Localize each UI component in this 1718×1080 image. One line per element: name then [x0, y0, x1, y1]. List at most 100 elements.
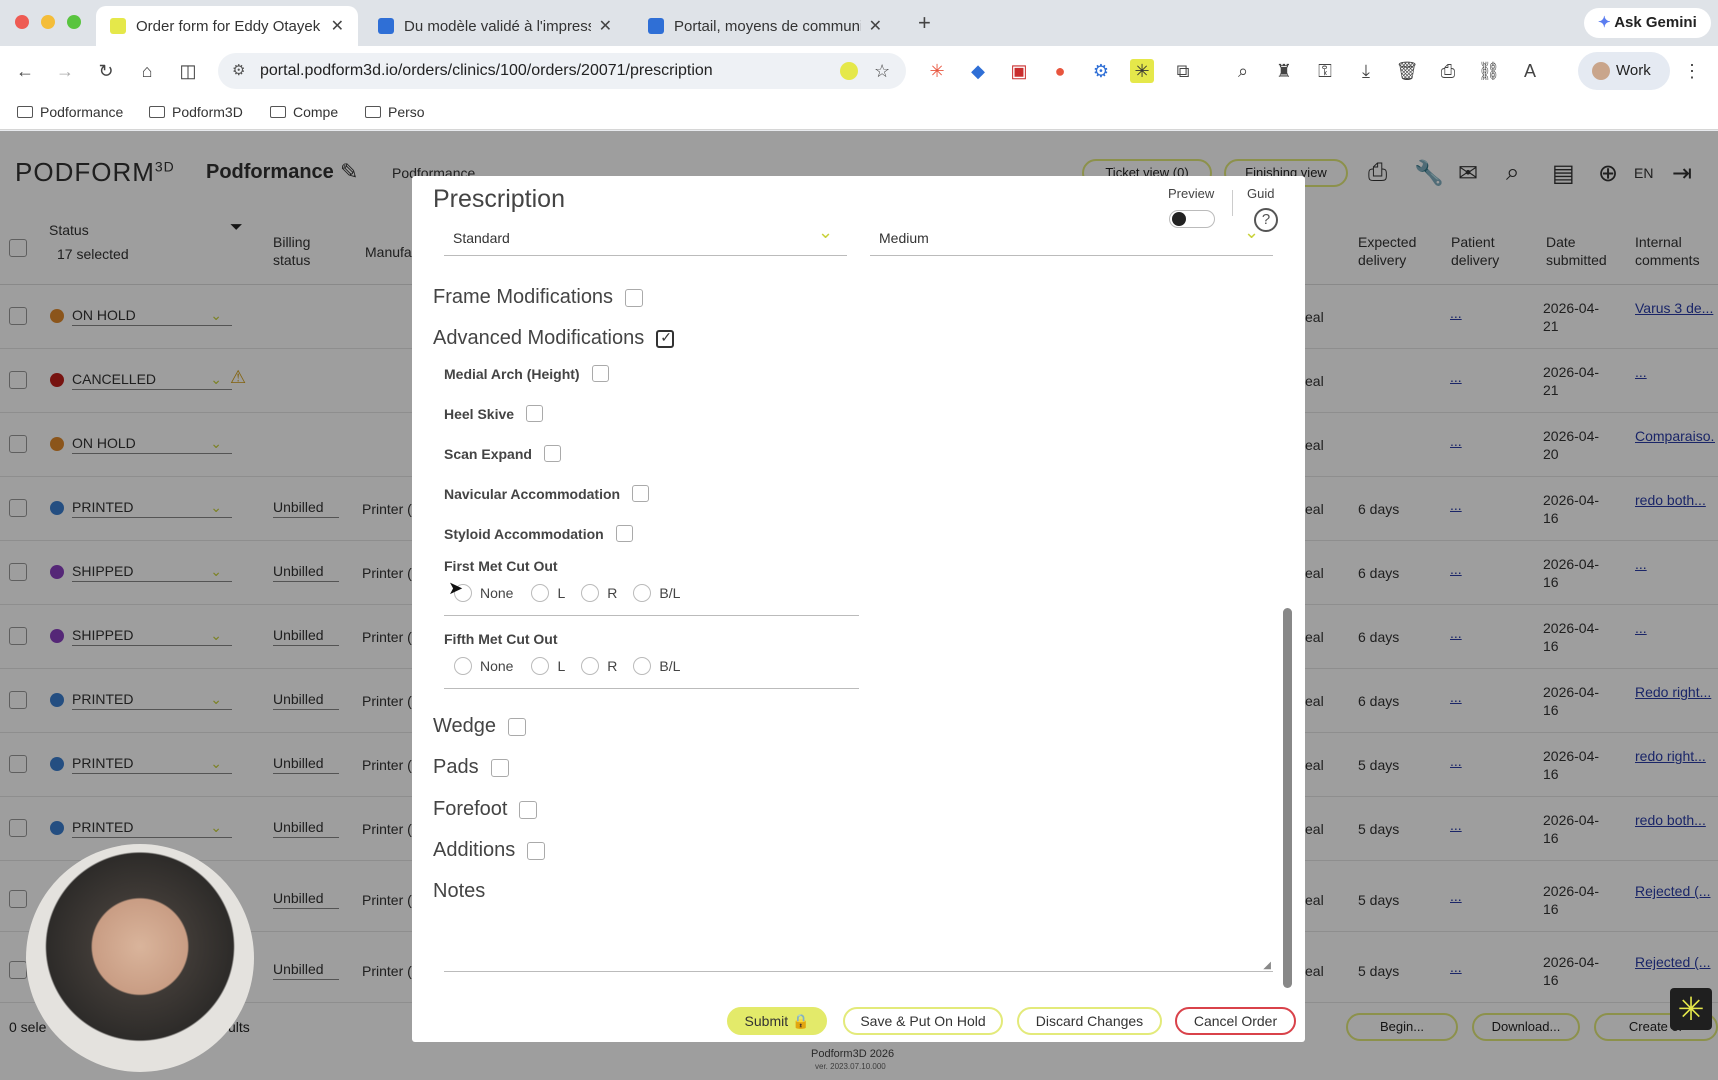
pdf-extension-icon[interactable]: ▣ [1007, 59, 1031, 83]
navicular-option[interactable]: Navicular Accommodation [444, 485, 650, 502]
radio-button[interactable] [531, 657, 550, 675]
medial-arch-checkbox[interactable] [591, 365, 609, 382]
radio-button[interactable] [633, 657, 652, 675]
fifth-met-l[interactable]: L [531, 657, 565, 675]
resize-handle-icon[interactable]: ◢ [1263, 960, 1271, 971]
pads-section[interactable]: Pads [433, 756, 509, 779]
podform-star-badge-icon[interactable]: ✳ [1670, 988, 1712, 1030]
medium-select-value: Medium [879, 230, 929, 246]
standard-select[interactable]: Standard ⌄ [444, 220, 847, 256]
styloid-checkbox[interactable] [615, 525, 633, 542]
podform-extension-icon[interactable] [840, 62, 858, 80]
radio-label: R [607, 585, 618, 601]
bookmark-perso[interactable]: Perso [365, 104, 425, 120]
bookmark-compe[interactable]: Compe [270, 104, 338, 120]
forefoot-section[interactable]: Forefoot [433, 798, 538, 821]
scan-expand-checkbox[interactable] [543, 445, 561, 462]
advanced-modifications-section[interactable]: Advanced Modifications ✓ [433, 327, 675, 350]
fifth-met-r[interactable]: R [581, 657, 617, 675]
mouse-cursor-icon: ➤ [448, 578, 464, 598]
save-hold-button[interactable]: Save & Put On Hold [843, 1007, 1003, 1035]
claude-extension-icon[interactable]: ✳ [925, 59, 949, 83]
navicular-checkbox[interactable] [632, 485, 650, 502]
incognito-icon[interactable]: ♜ [1272, 59, 1296, 83]
wedge-checkbox[interactable] [508, 717, 527, 736]
profile-label: Work [1616, 62, 1651, 79]
first-met-l[interactable]: L [531, 584, 565, 602]
cancel-order-button[interactable]: Cancel Order [1175, 1007, 1296, 1035]
modal-scrollbar[interactable] [1283, 608, 1292, 988]
extension-circle-icon[interactable]: ● [1048, 59, 1072, 83]
extension-diamond-icon[interactable]: ◆ [966, 59, 990, 83]
radio-button[interactable] [531, 584, 550, 602]
translate-icon[interactable]: A [1518, 59, 1542, 83]
submit-button[interactable]: Submit 🔒 [727, 1007, 827, 1035]
pads-checkbox[interactable] [490, 758, 509, 777]
gear-favicon-icon [378, 18, 394, 34]
notes-textarea[interactable]: ◢ [444, 912, 1273, 972]
site-settings-icon[interactable]: ⚙ [232, 53, 245, 89]
forward-icon[interactable]: → [53, 59, 77, 83]
maximize-window-button[interactable] [67, 15, 81, 29]
webcam-overlay [26, 844, 254, 1072]
profile-button[interactable]: Work [1578, 52, 1670, 90]
first-met-bl[interactable]: B/L [633, 584, 680, 602]
home-icon[interactable]: ⌂ [135, 59, 159, 83]
first-met-r[interactable]: R [581, 584, 617, 602]
tab-portail[interactable]: Portail, moyens de communic ✕ [634, 6, 896, 46]
bookmark-podformance[interactable]: Podformance [17, 104, 123, 120]
screen-search-icon[interactable]: ⌕ [1231, 59, 1255, 83]
medium-select[interactable]: Medium ⌄ [870, 220, 1273, 256]
print-icon[interactable]: ⎙ [1436, 59, 1460, 83]
medial-arch-option[interactable]: Medial Arch (Height) [444, 365, 609, 382]
styloid-option[interactable]: Styloid Accommodation [444, 525, 633, 542]
radio-button[interactable] [581, 657, 600, 675]
reload-icon[interactable]: ↻ [94, 59, 118, 83]
podform-star-extension-icon[interactable]: ✳ [1130, 59, 1154, 83]
wedge-section[interactable]: Wedge [433, 715, 527, 738]
close-tab-icon[interactable]: ✕ [331, 16, 344, 36]
fifth-met-bl[interactable]: B/L [633, 657, 680, 675]
split-view-icon[interactable]: ◫ [176, 59, 200, 83]
advanced-mods-checkbox[interactable]: ✓ [656, 329, 675, 348]
close-tab-icon[interactable]: ✕ [869, 16, 882, 36]
bookmark-star-icon[interactable]: ☆ [874, 53, 890, 89]
radio-label: None [480, 585, 514, 601]
frame-mods-checkbox[interactable] [625, 288, 644, 307]
bookmark-label: Compe [293, 104, 339, 120]
first-met-group: First Met Cut Out None L R B/L [444, 558, 859, 616]
bookmark-podform3d[interactable]: Podform3D [149, 104, 243, 120]
close-tab-icon[interactable]: ✕ [599, 16, 612, 36]
radio-button[interactable] [633, 584, 652, 602]
folder-icon [149, 106, 165, 118]
discard-changes-button[interactable]: Discard Changes [1017, 1007, 1162, 1035]
fifth-met-none[interactable]: None [454, 657, 513, 675]
password-key-icon[interactable]: ⚿ [1313, 59, 1337, 83]
heel-skive-checkbox[interactable] [526, 405, 544, 422]
gear-extension-icon[interactable]: ⚙ [1089, 59, 1113, 83]
ask-gemini-button[interactable]: ✦ Ask Gemini [1584, 8, 1711, 38]
minimize-window-button[interactable] [41, 15, 55, 29]
address-bar[interactable]: ⚙ portal.podform3d.io/orders/clinics/100… [218, 53, 906, 89]
tab-order-form[interactable]: Order form for Eddy Otayek | ✕ [96, 6, 358, 46]
new-tab-button[interactable]: + [918, 10, 931, 36]
download-icon[interactable]: ⤓ [1354, 59, 1378, 83]
folder-icon [270, 106, 286, 118]
link-icon[interactable]: ⛓ [1477, 59, 1501, 83]
scan-expand-option[interactable]: Scan Expand [444, 445, 561, 462]
additions-section[interactable]: Additions [433, 839, 546, 862]
radio-label: R [607, 658, 618, 674]
back-icon[interactable]: ← [13, 59, 37, 83]
preview-label: Preview [1168, 186, 1215, 201]
additions-checkbox[interactable] [527, 841, 546, 860]
radio-button[interactable] [454, 657, 472, 675]
tab-modele[interactable]: Du modèle validé à l'impressi ✕ [364, 6, 626, 46]
radio-button[interactable] [581, 584, 600, 602]
close-window-button[interactable] [15, 15, 29, 29]
forefoot-checkbox[interactable] [519, 800, 538, 819]
trash-icon[interactable]: 🗑 [1395, 59, 1419, 83]
kebab-menu-icon[interactable]: ⋮ [1680, 59, 1704, 83]
frame-modifications-section[interactable]: Frame Modifications [433, 286, 644, 309]
heel-skive-option[interactable]: Heel Skive [444, 405, 544, 422]
extensions-puzzle-icon[interactable]: ⧉ [1171, 59, 1195, 83]
